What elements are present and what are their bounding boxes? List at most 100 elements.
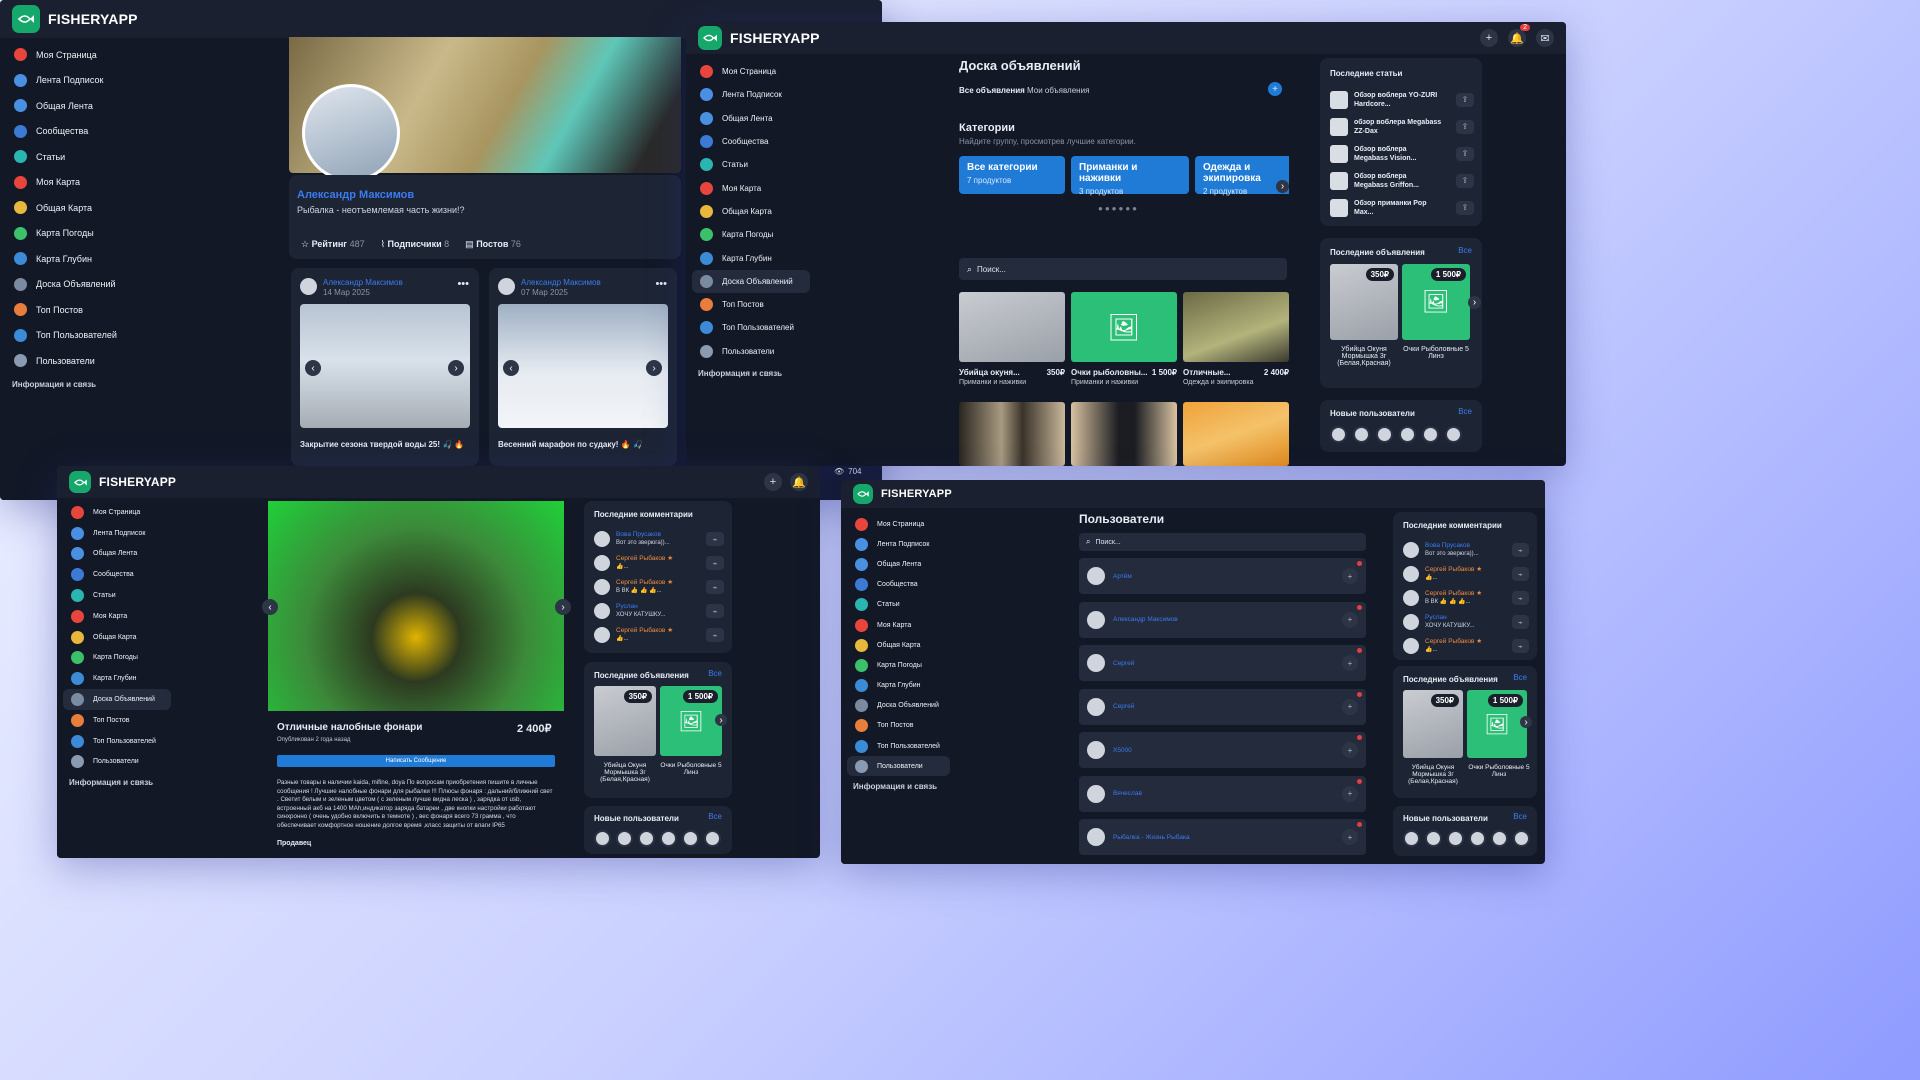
sidebar-item[interactable]: Сообщества — [6, 119, 264, 145]
new-user-avatar[interactable] — [1403, 830, 1420, 847]
comment-item[interactable]: Сергей Рыбаков ★ 👍... ⌁ — [594, 623, 724, 647]
info-link[interactable]: Информация и связь — [63, 772, 171, 793]
info-link[interactable]: Информация и связь — [6, 374, 264, 395]
new-user-avatar[interactable] — [1513, 830, 1530, 847]
product-card[interactable]: Убийца окуня... 350₽ Приманки и наживки — [959, 292, 1065, 392]
category-card[interactable]: Одежда и экипировка 2 продуктов — [1195, 156, 1289, 196]
commenter-name[interactable]: Сергей Рыбаков ★ — [616, 579, 700, 587]
sidebar-item[interactable]: Моя Карта — [692, 176, 810, 199]
sidebar-item[interactable]: Топ Пользователей — [847, 736, 950, 756]
new-user-avatar[interactable] — [1376, 426, 1393, 443]
new-user-avatar[interactable] — [594, 830, 611, 847]
user-name[interactable]: Вячеслав — [1113, 790, 1142, 797]
user-name[interactable]: Рыбалка - Жизнь Рыбака — [1113, 834, 1190, 841]
next-arrow[interactable]: › — [1276, 180, 1289, 193]
user-avatar[interactable] — [1087, 567, 1105, 585]
info-link[interactable]: Информация и связь — [847, 776, 950, 797]
reply-icon[interactable]: ⌁ — [706, 604, 724, 618]
commenter-avatar[interactable] — [1403, 542, 1419, 558]
user-row[interactable]: Артём + — [1079, 558, 1366, 594]
more-icon[interactable]: ••• — [655, 278, 667, 290]
article-item[interactable]: Обзор воблера Megabass Griffon... ⇪ — [1330, 167, 1474, 194]
user-avatar[interactable] — [1087, 784, 1105, 803]
user-avatar[interactable] — [1087, 697, 1105, 716]
new-user-avatar[interactable] — [1353, 426, 1370, 443]
new-user-avatar[interactable] — [1425, 830, 1442, 847]
chat-icon[interactable]: ✉ — [1536, 29, 1554, 47]
prev-arrow[interactable]: ‹ — [503, 360, 519, 376]
next-arrow[interactable]: › — [1520, 716, 1532, 728]
sidebar-item[interactable]: Лента Подписок — [63, 523, 171, 544]
next-arrow[interactable]: › — [448, 360, 464, 376]
commenter-avatar[interactable] — [594, 531, 610, 547]
share-icon[interactable]: ⇪ — [1456, 200, 1474, 215]
comment-item[interactable]: Сергей Рыбаков ★ В ВК 👍 👍 👍... ⌁ — [1403, 586, 1529, 610]
reply-icon[interactable]: ⌁ — [706, 580, 724, 594]
sidebar-item[interactable]: Пользователи — [847, 756, 950, 777]
sidebar-item[interactable]: Общая Карта — [847, 635, 950, 655]
sidebar-item[interactable]: Моя Страница — [847, 514, 950, 534]
article-item[interactable]: обзор воблера Megabass ZZ-Dax ⇪ — [1330, 113, 1474, 140]
sidebar-item[interactable]: Пользователи — [6, 348, 264, 374]
new-user-avatar[interactable] — [1399, 426, 1416, 443]
product-card[interactable]: 🖼 Очки рыболовны... 1 500₽ Приманки и наж… — [1071, 292, 1177, 392]
user-name[interactable]: Сергей — [1113, 703, 1134, 710]
add-icon[interactable]: + — [1480, 29, 1498, 47]
ad-thumb[interactable]: 1 500₽ 🖼 — [660, 686, 722, 756]
follow-user-icon[interactable]: + — [1342, 655, 1358, 671]
commenter-name[interactable]: Руслан — [1425, 614, 1506, 622]
sidebar-item[interactable]: Сообщества — [692, 130, 810, 153]
commenter-name[interactable]: Сергей Рыбаков ★ — [616, 627, 700, 635]
commenter-name[interactable]: Вова Прусаков — [1425, 542, 1506, 550]
new-user-avatar[interactable] — [704, 830, 721, 847]
follow-user-icon[interactable]: + — [1342, 698, 1358, 715]
sidebar-item[interactable]: Доска Объявлений — [63, 689, 171, 710]
sidebar-item[interactable]: Топ Постов — [6, 297, 264, 323]
see-all-link[interactable]: Все — [708, 669, 722, 678]
app-logo[interactable]: FISHERYAPP — [698, 26, 820, 50]
user-name[interactable]: Х5000 — [1113, 747, 1132, 754]
user-row[interactable]: Сергей + — [1079, 645, 1366, 681]
sidebar-item[interactable]: Моя Карта — [847, 615, 950, 635]
profile-avatar[interactable] — [302, 84, 400, 182]
user-name[interactable]: Артём — [1113, 573, 1132, 580]
commenter-name[interactable]: Вова Прусаков — [616, 531, 700, 539]
article-item[interactable]: Обзор воблера YO-ZURI Hardcore... ⇪ — [1330, 86, 1474, 113]
comment-item[interactable]: Вова Прусаков Вот это зверюга))... ⌁ — [594, 527, 724, 551]
new-user-avatar[interactable] — [1469, 830, 1486, 847]
sidebar-item[interactable]: Топ Постов — [63, 710, 171, 731]
category-card[interactable]: Все категории 7 продуктов — [959, 156, 1065, 194]
sidebar-item[interactable]: Статьи — [63, 585, 171, 606]
next-arrow[interactable]: › — [1468, 296, 1481, 309]
product-card[interactable] — [1071, 402, 1177, 466]
add-icon[interactable]: + — [764, 473, 782, 491]
reply-icon[interactable]: ⌁ — [706, 532, 724, 546]
share-icon[interactable]: ⇪ — [1456, 146, 1474, 161]
follow-user-icon[interactable]: + — [1342, 742, 1358, 758]
sidebar-item[interactable]: Карта Погоды — [847, 655, 950, 675]
user-name[interactable]: Александр Максимов — [1113, 616, 1178, 623]
sidebar-item[interactable]: Общая Карта — [692, 200, 810, 223]
sidebar-item[interactable]: Карта Глубин — [6, 246, 264, 272]
tab-all-ads[interactable]: Все объявления — [959, 86, 1025, 95]
sidebar-item[interactable]: Общая Лента — [6, 93, 264, 119]
sidebar-item[interactable]: Карта Глубин — [63, 668, 171, 689]
sidebar-item[interactable]: Лента Подписок — [6, 68, 264, 94]
new-user-avatar[interactable] — [1330, 426, 1347, 443]
reply-icon[interactable]: ⌁ — [706, 556, 724, 570]
new-user-avatar[interactable] — [682, 830, 699, 847]
sidebar-item[interactable]: Доска Объявлений — [6, 272, 264, 298]
sidebar-item[interactable]: Карта Погоды — [692, 223, 810, 246]
follow-user-icon[interactable]: + — [1342, 568, 1358, 584]
new-user-avatar[interactable] — [638, 830, 655, 847]
sidebar-item[interactable]: Моя Карта — [6, 170, 264, 196]
sidebar-item[interactable]: Топ Пользователей — [63, 731, 171, 752]
prev-arrow[interactable]: ‹ — [305, 360, 321, 376]
commenter-avatar[interactable] — [1403, 638, 1419, 654]
commenter-avatar[interactable] — [594, 627, 610, 643]
commenter-avatar[interactable] — [594, 603, 610, 619]
sidebar-item[interactable]: Топ Постов — [847, 716, 950, 736]
user-avatar[interactable] — [1087, 828, 1105, 846]
see-all-link[interactable]: Все — [1513, 673, 1527, 682]
sidebar-item[interactable]: Топ Пользователей — [6, 323, 264, 349]
